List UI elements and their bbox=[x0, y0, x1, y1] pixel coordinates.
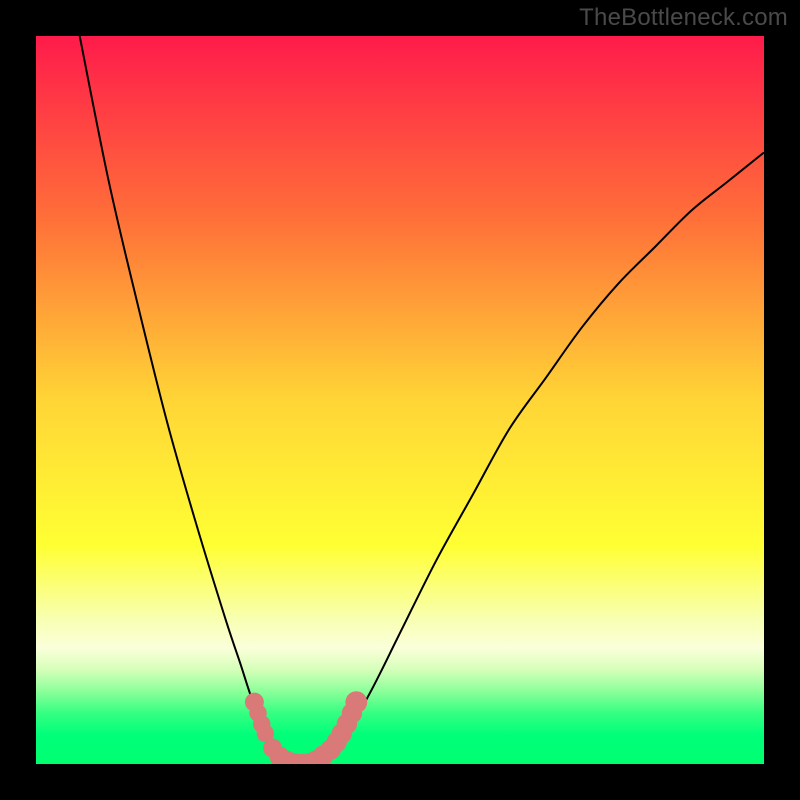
chart-svg bbox=[36, 36, 764, 764]
data-marker bbox=[345, 691, 367, 713]
plot-background bbox=[36, 36, 764, 764]
watermark-text: TheBottleneck.com bbox=[579, 4, 788, 32]
plot-area bbox=[36, 36, 764, 764]
chart-outer-frame: TheBottleneck.com bbox=[0, 0, 800, 800]
